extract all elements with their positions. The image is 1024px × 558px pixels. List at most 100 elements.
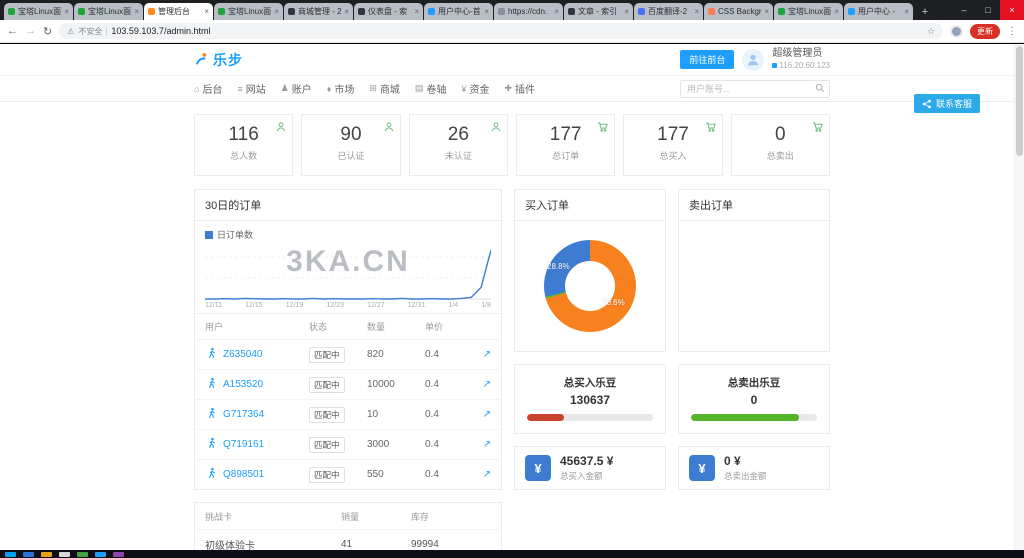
nav-items: ⌂后台 ≡网站 ♟账户 ♦市场 ⊞商城 ▤卷轴 ¥资金 ✚插件 [194, 81, 535, 96]
yuan-icon: ¥ [689, 455, 715, 481]
trade-arrow-icon[interactable]: ↗ [483, 349, 491, 360]
status-tag: 匹配中 [309, 377, 345, 393]
browser-tab[interactable]: 百度翻译-2× [634, 3, 703, 20]
url-text: 103.59.103.7/admin.html [111, 26, 210, 36]
browser-tab[interactable]: 宝塔Linux面× [214, 3, 283, 20]
tab-close-icon[interactable]: × [134, 7, 139, 16]
stat-card: 116总人数 [194, 114, 293, 176]
nav-item-label: 后台 [202, 81, 222, 96]
nav-item-mall[interactable]: ⊞商城 [369, 81, 400, 96]
search-icon[interactable] [815, 83, 825, 93]
username-link[interactable]: Q719161 [223, 439, 264, 450]
stat-label: 总卖出 [732, 149, 829, 162]
sell-beans-title: 总卖出乐豆 [691, 375, 817, 390]
match-table-row: G717364匹配中100.4↗ [195, 399, 501, 429]
tab-close-icon[interactable]: × [624, 7, 629, 16]
browser-tab[interactable]: 宝塔Linux面× [4, 3, 73, 20]
scrollbar-thumb[interactable] [1016, 46, 1023, 156]
back-icon[interactable]: ← [7, 25, 18, 37]
dashboard-content: 116总人数90已认证26未认证177总订单177总买入0总卖出 30日的订单 … [194, 114, 830, 550]
username-link[interactable]: A153520 [223, 379, 263, 390]
window-minimize-button[interactable]: – [952, 0, 976, 20]
tab-title: 宝塔Linux面 [88, 6, 131, 17]
browser-tab[interactable]: 仪表盘 - 索× [354, 3, 423, 20]
refresh-icon[interactable]: ↻ [43, 25, 52, 38]
tab-close-icon[interactable]: × [64, 7, 69, 16]
browser-tab[interactable]: https://cdn.× [494, 3, 563, 20]
tab-close-icon[interactable]: × [204, 7, 209, 16]
nav-item-scroll[interactable]: ▤卷轴 [415, 81, 447, 96]
tab-close-icon[interactable]: × [344, 7, 349, 16]
goto-frontend-button[interactable]: 前往前台 [680, 50, 734, 69]
page-scrollbar[interactable] [1014, 44, 1024, 550]
sell-beans-value: 0 [691, 393, 817, 407]
buy-orders-card: 买入订单 70.6% 28.8% [514, 189, 666, 352]
username-link[interactable]: G717364 [223, 409, 264, 420]
taskbar-icon[interactable] [95, 552, 106, 557]
address-bar[interactable]: ⚠ 不安全 103.59.103.7/admin.html ☆ [59, 23, 943, 39]
tab-close-icon[interactable]: × [554, 7, 559, 16]
window-close-button[interactable]: × [1000, 0, 1024, 20]
windows-taskbar [0, 550, 1024, 558]
username-link[interactable]: Z635040 [223, 349, 262, 360]
trade-arrow-icon[interactable]: ↗ [483, 409, 491, 420]
browser-tab[interactable]: 宝塔Linux面× [74, 3, 143, 20]
nav-item-home[interactable]: ⌂后台 [194, 81, 222, 96]
tab-favicon [848, 8, 855, 15]
browser-tab[interactable]: 文章 - 索引× [564, 3, 633, 20]
orders-line-chart: 日订单数 3KA.CN 12/1112/1512/1912/2312/2712/… [195, 221, 501, 313]
tab-close-icon[interactable]: × [904, 7, 909, 16]
username-link[interactable]: Q898501 [223, 469, 264, 480]
taskbar-icon[interactable] [77, 552, 88, 557]
browser-update-button[interactable]: 更新 [970, 24, 1000, 39]
browser-tab[interactable]: 用户中心 -× [844, 3, 913, 20]
contact-support-badge[interactable]: 联系客服 [914, 94, 980, 113]
browser-tab[interactable]: 用户中心-首× [424, 3, 493, 20]
nav-item-funds[interactable]: ¥资金 [461, 81, 489, 96]
column-header: 挑战卡 [205, 510, 341, 523]
walking-user-icon [205, 437, 218, 453]
taskbar-icon[interactable] [23, 552, 34, 557]
user-name: 超级管理员 [772, 48, 830, 61]
column-header: 用户 [205, 320, 309, 333]
price-cell: 0.4 [425, 469, 477, 480]
user-avatar[interactable] [742, 49, 764, 71]
price-cell: 0.4 [425, 349, 477, 360]
user-info[interactable]: 超级管理员 116.20.60.123 [772, 48, 830, 71]
legend-label[interactable]: 日订单数 [217, 228, 253, 241]
x-tick-label: 12/23 [326, 302, 344, 309]
nav-item-account[interactable]: ♟账户 [281, 81, 312, 96]
x-tick-label: 12/15 [245, 302, 263, 309]
taskbar-icon[interactable] [59, 552, 70, 557]
trade-arrow-icon[interactable]: ↗ [483, 379, 491, 390]
site-logo[interactable]: 乐步 [194, 50, 243, 70]
tab-close-icon[interactable]: × [484, 7, 489, 16]
trade-arrow-icon[interactable]: ↗ [483, 439, 491, 450]
donut-label-orange: 70.6% [602, 298, 625, 307]
taskbar-icon[interactable] [41, 552, 52, 557]
window-maximize-button[interactable]: □ [976, 0, 1000, 20]
new-tab-button[interactable]: + [917, 4, 933, 20]
nav-item-plugin[interactable]: ✚插件 [504, 81, 535, 96]
browser-menu-icon[interactable]: ⋮ [1007, 26, 1017, 37]
tab-close-icon[interactable]: × [274, 7, 279, 16]
browser-tab[interactable]: 商城管理 - 2× [284, 3, 353, 20]
trade-arrow-icon[interactable]: ↗ [483, 469, 491, 480]
quantity-cell: 10000 [367, 379, 425, 390]
search-input[interactable] [680, 80, 830, 98]
browser-tab[interactable]: 宝塔Linux面× [774, 3, 843, 20]
screen: 宝塔Linux面×宝塔Linux面×管理后台×宝塔Linux面×商城管理 - 2… [0, 0, 1024, 558]
taskbar-icon[interactable] [113, 552, 124, 557]
browser-profile-avatar[interactable] [950, 25, 963, 38]
tab-close-icon[interactable]: × [414, 7, 419, 16]
nav-item-site[interactable]: ≡网站 [237, 81, 265, 96]
tab-close-icon[interactable]: × [764, 7, 769, 16]
browser-tab[interactable]: 管理后台× [144, 3, 213, 20]
tab-close-icon[interactable]: × [694, 7, 699, 16]
browser-tab[interactable]: CSS Backgro× [704, 3, 773, 20]
tab-close-icon[interactable]: × [834, 7, 839, 16]
forward-icon[interactable]: → [25, 25, 36, 37]
bookmark-star-icon[interactable]: ☆ [927, 26, 935, 37]
nav-item-market[interactable]: ♦市场 [327, 81, 355, 96]
start-button-icon[interactable] [5, 552, 16, 557]
